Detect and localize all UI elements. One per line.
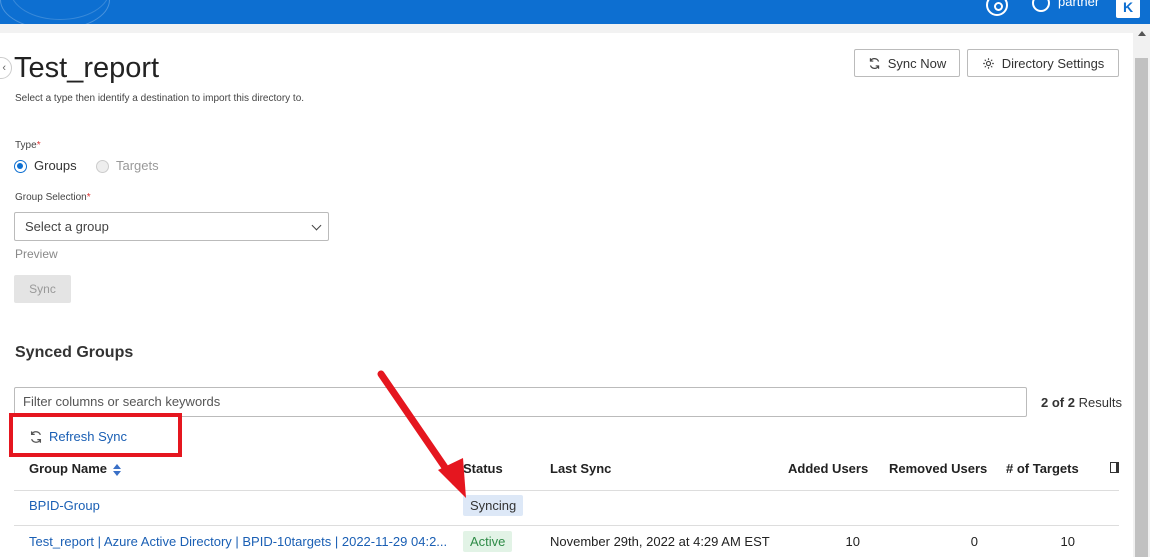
gear-icon: [982, 57, 994, 69]
table-row-group-name[interactable]: BPID-Group: [29, 498, 100, 513]
synced-groups-title: Synced Groups: [15, 344, 134, 361]
column-header-removed-users[interactable]: Removed Users: [889, 461, 987, 476]
radio-groups-label[interactable]: Groups: [34, 158, 77, 173]
column-header-last-sync[interactable]: Last Sync: [550, 461, 611, 476]
top-bar: partner K: [0, 0, 1150, 24]
table-cell-added-users: 10: [845, 534, 860, 549]
table-cell-targets: 10: [1060, 534, 1075, 549]
radio-targets-label[interactable]: Targets: [116, 158, 159, 173]
group-select[interactable]: Select a group: [14, 212, 329, 241]
page-title: Test_report: [14, 52, 160, 84]
table-row-group-name[interactable]: Test_report | Azure Active Directory | B…: [29, 534, 447, 549]
directory-settings-button[interactable]: Directory Settings: [967, 49, 1119, 77]
radio-targets[interactable]: [96, 160, 109, 173]
page-subtitle: Select a type then identify a destinatio…: [15, 93, 305, 104]
column-toggle-icon[interactable]: [1110, 462, 1119, 473]
user-icon[interactable]: [1032, 0, 1050, 12]
refresh-icon: [869, 57, 879, 69]
help-icon[interactable]: [986, 0, 1008, 16]
results-count: 2 of 2 Results: [1041, 395, 1122, 410]
column-header-status[interactable]: Status: [463, 461, 503, 476]
user-name[interactable]: partner: [1058, 0, 1099, 9]
table-cell-last-sync: November 29th, 2022 at 4:29 AM EST: [550, 534, 770, 549]
collapse-icon[interactable]: ‹: [0, 57, 12, 79]
sync-button[interactable]: Sync: [14, 275, 71, 303]
column-header-group-name[interactable]: Group Name: [29, 461, 122, 476]
divider: [14, 490, 1119, 491]
directory-settings-label: Directory Settings: [1001, 55, 1105, 71]
status-badge: Active: [463, 531, 513, 552]
preview-label: Preview: [15, 247, 58, 261]
chevron-down-icon: [311, 220, 322, 231]
column-header-targets[interactable]: # of Targets: [1006, 461, 1079, 476]
sync-now-label: Sync Now: [887, 55, 947, 71]
status-badge: Syncing: [463, 495, 524, 516]
annotation-highlight-box: [9, 413, 182, 457]
column-header-added-users[interactable]: Added Users: [788, 461, 868, 476]
group-select-value: Select a group: [25, 219, 109, 234]
divider: [14, 525, 1119, 526]
sort-icon[interactable]: [113, 463, 122, 476]
sync-now-button[interactable]: Sync Now: [854, 49, 960, 77]
table-cell-removed-users: 0: [970, 534, 978, 549]
type-label: Type*: [15, 140, 41, 151]
scrollbar-thumb[interactable]: [1135, 58, 1148, 557]
radio-groups[interactable]: [14, 160, 27, 173]
group-selection-label: Group Selection*: [15, 192, 91, 203]
brand-logo[interactable]: K: [1116, 0, 1140, 18]
sub-bar: [0, 24, 1150, 33]
scroll-up-arrow[interactable]: [1133, 26, 1150, 42]
